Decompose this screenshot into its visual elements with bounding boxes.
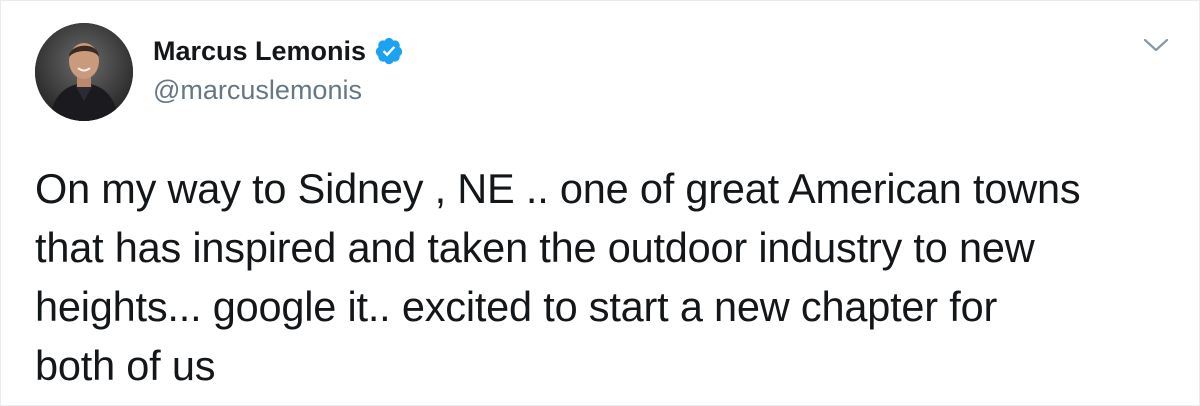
- tweet-menu-button[interactable]: [1141, 35, 1171, 55]
- verified-badge-icon: [374, 36, 404, 66]
- avatar-photo-icon: [35, 23, 133, 121]
- tweet-text: On my way to Sidney , NE .. one of great…: [35, 165, 1081, 389]
- author-handle[interactable]: @marcuslemonis: [153, 75, 362, 106]
- avatar[interactable]: [35, 23, 133, 121]
- author-display-name[interactable]: Marcus Lemonis: [153, 36, 366, 67]
- tweet-card: Marcus Lemonis @marcuslemonis On my way …: [0, 0, 1200, 406]
- author-name-row[interactable]: Marcus Lemonis: [153, 33, 404, 69]
- chevron-down-icon: [1143, 38, 1169, 52]
